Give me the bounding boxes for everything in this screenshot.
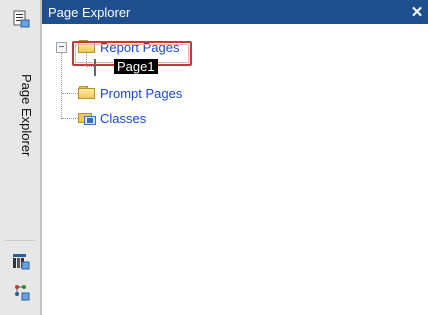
tree-connector xyxy=(86,66,94,67)
close-icon[interactable]: ✕ xyxy=(405,0,428,24)
left-toolbar: Page Explorer xyxy=(0,0,41,315)
panel-titlebar: Page Explorer ✕ xyxy=(42,0,428,24)
tree-item-label: Prompt Pages xyxy=(100,86,183,101)
page-explorer-panel: Page Explorer ✕ − Report Pages Page1 Pro… xyxy=(41,0,428,315)
page-explorer-tab-label[interactable]: Page Explorer xyxy=(6,55,34,175)
tree-item-report-pages[interactable]: − Report Pages xyxy=(42,38,428,66)
folder-icon xyxy=(78,86,96,100)
page-explorer-toolbar-button[interactable] xyxy=(9,7,33,31)
tree-item-page1[interactable]: Page1 xyxy=(42,52,428,80)
panel-title: Page Explorer xyxy=(48,4,131,20)
page-explorer-icon xyxy=(13,10,30,28)
tree-item-classes[interactable]: Classes xyxy=(42,105,428,129)
tree-item-label: Classes xyxy=(100,111,147,126)
tree-connector xyxy=(86,52,87,66)
toolbox-toolbar-button[interactable] xyxy=(9,249,33,273)
toolbox-icon xyxy=(13,254,30,270)
toolbar-separator xyxy=(5,240,35,241)
tree-item-prompt-pages[interactable]: Prompt Pages xyxy=(42,80,428,105)
classes-icon xyxy=(78,111,96,125)
page-icon xyxy=(94,59,112,76)
data-items-icon xyxy=(15,285,30,301)
collapse-icon[interactable]: − xyxy=(56,42,67,53)
data-items-toolbar-button[interactable] xyxy=(9,280,33,304)
page-tree: − Report Pages Page1 Prompt Pages Classe… xyxy=(42,24,428,129)
tree-item-label: Page1 xyxy=(114,59,158,74)
